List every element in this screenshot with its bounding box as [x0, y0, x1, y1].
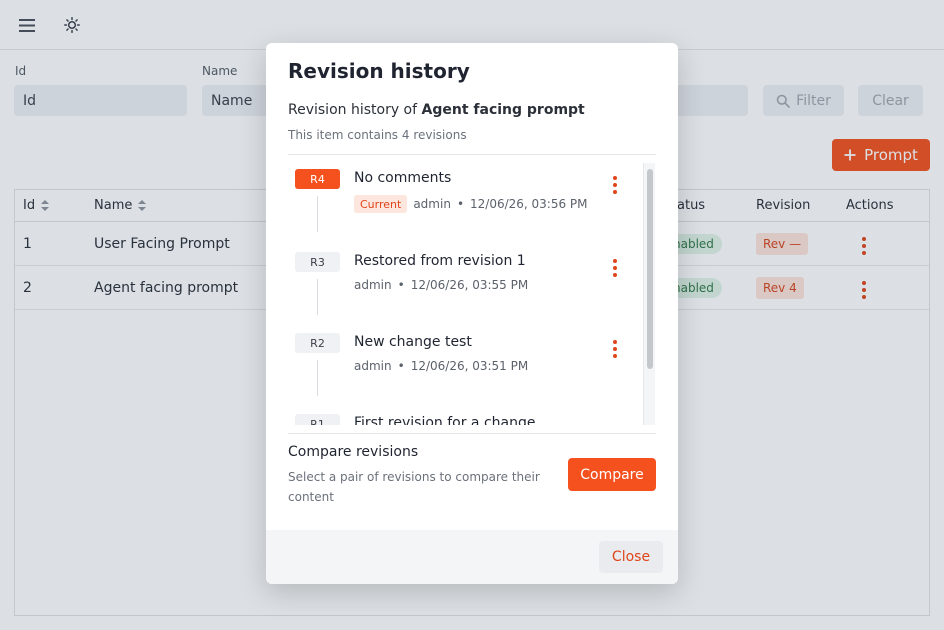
revision-title: No comments [354, 170, 452, 186]
revision-badge: R4 [295, 169, 340, 189]
subtitle-prefix: Revision history of [288, 102, 418, 118]
revision-count: This item contains 4 revisions [288, 128, 467, 142]
revision-author: admin [354, 359, 392, 373]
list-item[interactable]: R3 Restored from revision 1 admin • 12/0… [288, 239, 638, 319]
revision-title: Restored from revision 1 [354, 253, 526, 269]
list-item[interactable]: R1 First revision for a change [288, 401, 638, 425]
revision-menu-icon[interactable] [613, 176, 617, 194]
revision-menu-icon[interactable] [613, 259, 617, 277]
bullet-separator: • [397, 278, 405, 292]
revision-meta: Current admin • 12/06/26, 03:56 PM [354, 195, 588, 213]
dialog-subtitle: Revision history of Agent facing prompt [288, 102, 585, 118]
revision-meta: admin • 12/06/26, 03:55 PM [354, 278, 528, 292]
dialog-title: Revision history [288, 59, 470, 83]
revision-list-scrollbar[interactable] [643, 163, 655, 425]
timeline-connector [317, 279, 318, 315]
revision-date: 12/06/26, 03:56 PM [470, 197, 588, 211]
revision-date: 12/06/26, 03:55 PM [410, 278, 529, 292]
compare-title: Compare revisions [288, 444, 419, 460]
revision-list: R4 No comments Current admin • 12/06/26,… [288, 156, 656, 425]
compare-description: Select a pair of revisions to compare th… [288, 470, 540, 504]
divider [288, 154, 656, 155]
timeline-connector [317, 360, 318, 396]
bullet-separator: • [397, 359, 405, 373]
current-tag: Current [354, 195, 408, 213]
subtitle-item-name: Agent facing prompt [421, 102, 585, 118]
close-button[interactable]: Close [599, 541, 663, 573]
revision-title: New change test [354, 334, 472, 350]
revision-date: 12/06/26, 03:51 PM [410, 359, 529, 373]
revision-badge: R3 [295, 252, 340, 272]
revision-meta: admin • 12/06/26, 03:51 PM [354, 359, 528, 373]
list-item[interactable]: R4 No comments Current admin • 12/06/26,… [288, 156, 638, 236]
scrollbar-thumb[interactable] [647, 169, 653, 369]
revision-badge: R1 [295, 414, 340, 425]
divider [288, 433, 656, 434]
revision-menu-icon[interactable] [613, 340, 617, 358]
bullet-separator: • [456, 197, 465, 211]
dialog-footer: Close [266, 530, 678, 584]
compare-button[interactable]: Compare [568, 458, 656, 491]
timeline-connector [317, 196, 318, 232]
revision-badge: R2 [295, 333, 340, 353]
list-item[interactable]: R2 New change test admin • 12/06/26, 03:… [288, 320, 638, 400]
revision-author: admin [413, 197, 451, 211]
revision-title: First revision for a change [354, 415, 536, 425]
revision-history-dialog: Revision history Revision history of Age… [266, 43, 678, 584]
revision-author: admin [354, 278, 392, 292]
